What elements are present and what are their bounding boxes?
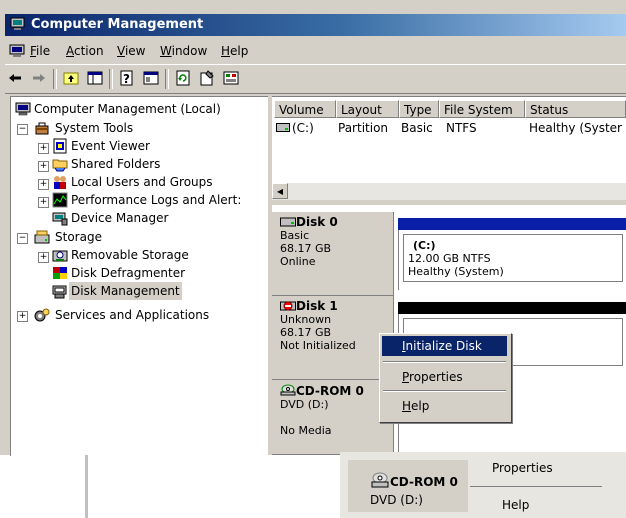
menu-action[interactable]: Action bbox=[66, 40, 104, 62]
expander-system-tools[interactable]: − bbox=[17, 124, 28, 135]
scroll-left-button[interactable]: ◀ bbox=[272, 183, 288, 199]
window-title: Computer Management bbox=[31, 17, 204, 32]
expander-local-users[interactable]: + bbox=[38, 179, 49, 190]
expander-storage[interactable]: − bbox=[17, 233, 28, 244]
menu-bar: File Action View Window Help bbox=[5, 40, 626, 62]
disk1-info[interactable]: Disk 1 Unknown 68.17 GB Not Initialized bbox=[272, 296, 394, 380]
table-row[interactable]: (C:) Partition Basic NTFS Healthy (Syste… bbox=[272, 119, 626, 137]
help-button[interactable]: ? bbox=[117, 69, 137, 87]
help-icon: ? bbox=[120, 70, 133, 86]
disk-context-menu: Initialize Disk Properties Help bbox=[379, 333, 512, 423]
menu-item-help[interactable]: Help bbox=[382, 396, 507, 416]
computer-management-icon bbox=[10, 17, 25, 30]
menu-item-initialize-disk[interactable]: Initialize Disk bbox=[382, 336, 507, 356]
forward-arrow-icon bbox=[33, 74, 45, 82]
console-tree-icon bbox=[87, 71, 103, 85]
services-icon bbox=[34, 308, 50, 322]
cdrom-icon bbox=[280, 384, 296, 396]
up-folder-icon bbox=[63, 72, 79, 85]
inset-menu-properties[interactable]: Properties bbox=[492, 461, 553, 475]
expander-shared-folders[interactable]: + bbox=[38, 161, 49, 172]
drive-icon bbox=[276, 123, 290, 132]
show-hide-tree-button[interactable] bbox=[85, 69, 105, 87]
back-arrow-icon bbox=[9, 74, 21, 82]
refresh-button[interactable] bbox=[173, 69, 193, 87]
console-tree: Computer Management (Local) − System Too… bbox=[10, 96, 269, 456]
cdrom-icon bbox=[371, 472, 389, 488]
inset-cdrom-info: CD-ROM 0 DVD (D:) bbox=[348, 460, 469, 512]
disk-management-icon bbox=[52, 285, 67, 299]
hard-disk-icon bbox=[280, 217, 296, 227]
properties-icon bbox=[200, 70, 214, 86]
computer-icon bbox=[15, 102, 31, 116]
shared-folder-icon bbox=[52, 159, 68, 172]
menu-view[interactable]: View bbox=[117, 40, 145, 62]
title-bar[interactable]: Computer Management bbox=[5, 14, 626, 36]
properties-button[interactable] bbox=[197, 69, 217, 87]
svg-text:?: ? bbox=[123, 72, 130, 86]
refresh-icon bbox=[176, 70, 190, 86]
defragmenter-icon bbox=[53, 267, 67, 279]
menu-separator bbox=[383, 361, 506, 363]
expander-performance-logs[interactable]: + bbox=[38, 197, 49, 208]
console-view-icon bbox=[143, 71, 159, 85]
up-one-level-button[interactable] bbox=[61, 69, 81, 87]
horizontal-scrollbar[interactable]: ◀ bbox=[272, 183, 626, 200]
console-view-button[interactable] bbox=[141, 69, 161, 87]
disk-view-icon bbox=[223, 71, 239, 85]
inset-divider bbox=[85, 455, 88, 518]
performance-icon bbox=[52, 192, 68, 208]
expander-removable-storage[interactable]: + bbox=[38, 252, 49, 263]
menu-item-properties[interactable]: Properties bbox=[382, 367, 507, 387]
partition-c[interactable]: (C:) 12.00 GB NTFS Healthy (System) bbox=[398, 230, 626, 290]
inset-menu-help[interactable]: Help bbox=[502, 498, 529, 512]
menu-help[interactable]: Help bbox=[221, 40, 248, 62]
storage-icon bbox=[34, 230, 50, 244]
unallocated-header-bar bbox=[398, 302, 626, 314]
uninitialized-disk-icon bbox=[280, 301, 296, 311]
column-header-status[interactable]: Status bbox=[525, 100, 626, 118]
expander-event-viewer[interactable]: + bbox=[38, 143, 49, 154]
menu-file[interactable]: File bbox=[30, 40, 50, 62]
system-menu-icon[interactable] bbox=[9, 43, 25, 59]
cdrom0-info[interactable]: CD-ROM 0 DVD (D:) No Media bbox=[272, 380, 394, 455]
removable-storage-icon bbox=[52, 250, 68, 262]
forward-button[interactable] bbox=[29, 69, 49, 87]
menu-window[interactable]: Window bbox=[160, 40, 207, 62]
disk-view-button[interactable] bbox=[221, 69, 241, 87]
toolbox-icon bbox=[35, 122, 49, 135]
partition-c-header-bar bbox=[398, 218, 626, 230]
disk-management-label: Disk Management bbox=[69, 282, 182, 300]
users-icon bbox=[54, 176, 66, 189]
zoom-inset: CD-ROM 0 DVD (D:) Properties Help bbox=[340, 452, 626, 518]
toolbar: ? bbox=[5, 64, 626, 94]
column-header-file-system[interactable]: File System bbox=[439, 100, 525, 118]
disk0-info[interactable]: Disk 0 Basic 68.17 GB Online bbox=[272, 212, 394, 296]
column-header-type[interactable]: Type bbox=[399, 100, 439, 118]
column-header-layout[interactable]: Layout bbox=[336, 100, 399, 118]
column-header-volume[interactable]: Volume bbox=[274, 100, 336, 118]
back-button[interactable] bbox=[5, 69, 25, 87]
expander-services[interactable]: + bbox=[17, 311, 28, 322]
inset-menu: Properties Help bbox=[468, 452, 604, 518]
event-viewer-icon bbox=[53, 138, 67, 154]
device-manager-icon bbox=[52, 212, 68, 226]
volume-list: Volume Layout Type File System Status (C… bbox=[272, 96, 626, 197]
menu-separator bbox=[383, 390, 506, 392]
